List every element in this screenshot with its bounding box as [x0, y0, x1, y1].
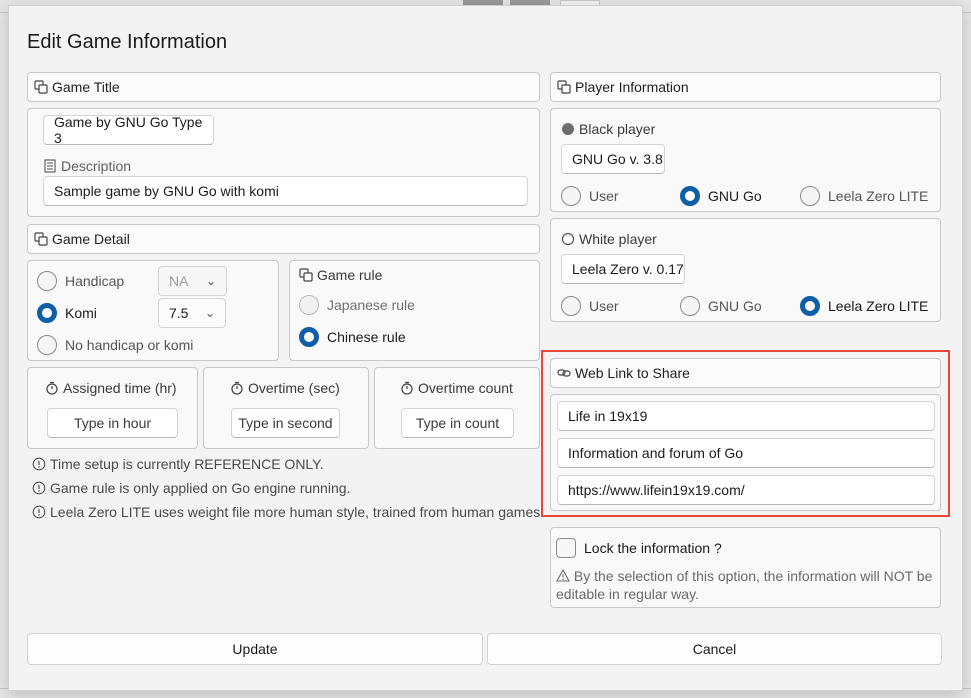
- assigned-time-input[interactable]: Type in hour: [47, 408, 178, 438]
- radio-circle: [800, 296, 820, 316]
- game-detail-header: Game Detail: [27, 224, 540, 254]
- white-player-label: White player: [579, 231, 657, 247]
- komi-radio[interactable]: Komi: [37, 303, 97, 323]
- note-game-rule: Game rule is only applied on Go engine r…: [32, 480, 350, 496]
- white-stone-icon: [561, 232, 575, 246]
- no-handicap-label: No handicap or komi: [65, 337, 194, 353]
- japanese-rule-label: Japanese rule: [327, 297, 415, 313]
- white-player-label-row: White player: [561, 230, 657, 248]
- black-player-name-input[interactable]: GNU Go v. 3.8: [561, 144, 665, 174]
- tag-icon: [299, 268, 313, 282]
- timer-icon: [230, 381, 244, 395]
- white-leela-radio[interactable]: Leela Zero LITE: [800, 296, 928, 316]
- radio-circle: [800, 186, 820, 206]
- lock-warning: By the selection of this option, the inf…: [556, 567, 938, 603]
- radio-circle: [561, 296, 581, 316]
- lock-label: Lock the information ?: [584, 540, 722, 556]
- info-icon: [32, 457, 46, 471]
- warning-icon: [556, 569, 570, 583]
- chevron-down-icon: ⌄: [204, 306, 215, 320]
- overtime-input[interactable]: Type in second: [231, 408, 340, 438]
- tag-icon: [557, 80, 571, 94]
- radio-circle: [299, 327, 319, 347]
- timer-icon: [400, 381, 414, 395]
- white-leela-label: Leela Zero LITE: [828, 298, 929, 314]
- description-label-row: Description: [43, 157, 131, 175]
- radio-circle: [680, 296, 700, 316]
- game-title-input[interactable]: Game by GNU Go Type 3: [43, 114, 214, 146]
- black-stone-icon: [561, 122, 575, 136]
- handicap-radio[interactable]: Handicap: [37, 271, 124, 291]
- overtime-count-label-row: Overtime count: [400, 379, 513, 397]
- white-gnugo-radio[interactable]: GNU Go: [680, 296, 762, 316]
- overtime-count-label: Overtime count: [418, 380, 513, 396]
- radio-circle: [299, 295, 319, 315]
- white-player-name-input[interactable]: Leela Zero v. 0.17: [561, 254, 685, 284]
- description-input[interactable]: Sample game by GNU Go with komi: [43, 176, 528, 206]
- chinese-rule-radio[interactable]: Chinese rule: [299, 327, 406, 347]
- komi-select-value: 7.5: [169, 305, 189, 321]
- lock-warning-text: By the selection of this option, the inf…: [556, 568, 933, 602]
- overtime-label-row: Overtime (sec): [230, 379, 340, 397]
- radio-circle: [37, 335, 57, 355]
- black-user-label: User: [589, 188, 619, 204]
- white-gnugo-label: GNU Go: [708, 298, 762, 314]
- overtime-count-input[interactable]: Type in count: [401, 408, 514, 438]
- black-player-label: Black player: [579, 121, 656, 137]
- game-detail-header-label: Game Detail: [52, 231, 130, 247]
- note-text: Game rule is only applied on Go engine r…: [50, 480, 351, 496]
- lock-checkbox[interactable]: [556, 538, 576, 558]
- radio-circle: [680, 186, 700, 206]
- black-user-radio[interactable]: User: [561, 186, 619, 206]
- note-text: Leela Zero LITE uses weight file more hu…: [50, 504, 545, 520]
- note-leela-zero: Leela Zero LITE uses weight file more hu…: [32, 504, 544, 520]
- radio-circle: [37, 303, 57, 323]
- info-icon: [32, 481, 46, 495]
- black-leela-label: Leela Zero LITE: [828, 188, 929, 204]
- komi-label: Komi: [65, 305, 97, 321]
- overtime-label: Overtime (sec): [248, 380, 340, 396]
- no-handicap-radio[interactable]: No handicap or komi: [37, 335, 193, 355]
- game-title-header-label: Game Title: [52, 79, 120, 95]
- player-info-header: Player Information: [550, 72, 941, 102]
- chinese-rule-label: Chinese rule: [327, 329, 406, 345]
- assigned-time-label-row: Assigned time (hr): [45, 379, 177, 397]
- note-time-setup: Time setup is currently REFERENCE ONLY.: [32, 456, 324, 472]
- radio-circle: [561, 186, 581, 206]
- black-gnugo-radio[interactable]: GNU Go: [680, 186, 762, 206]
- timer-icon: [45, 381, 59, 395]
- cancel-button[interactable]: Cancel: [487, 633, 942, 665]
- handicap-label: Handicap: [65, 273, 125, 289]
- tag-icon: [34, 232, 48, 246]
- game-rule-label: Game rule: [317, 267, 383, 283]
- player-info-header-label: Player Information: [575, 79, 689, 95]
- assigned-time-label: Assigned time (hr): [63, 380, 177, 396]
- japanese-rule-radio[interactable]: Japanese rule: [299, 295, 415, 315]
- game-title-header: Game Title: [27, 72, 540, 102]
- chevron-down-icon: ⌄: [205, 274, 216, 288]
- handicap-select-value: NA: [169, 273, 189, 289]
- handicap-select[interactable]: NA ⌄: [158, 266, 227, 296]
- document-icon: [43, 159, 57, 173]
- white-user-radio[interactable]: User: [561, 296, 619, 316]
- tag-icon: [34, 80, 48, 94]
- dialog-title: Edit Game Information: [27, 31, 228, 53]
- info-icon: [32, 505, 46, 519]
- lock-checkbox-row[interactable]: Lock the information ?: [556, 538, 722, 558]
- game-rule-label-row: Game rule: [299, 266, 382, 284]
- description-label: Description: [61, 158, 132, 174]
- update-button[interactable]: Update: [27, 633, 483, 665]
- white-user-label: User: [589, 298, 619, 314]
- black-leela-radio[interactable]: Leela Zero LITE: [800, 186, 928, 206]
- radio-circle: [37, 271, 57, 291]
- note-text: Time setup is currently REFERENCE ONLY.: [50, 456, 324, 472]
- black-player-label-row: Black player: [561, 120, 655, 138]
- black-gnugo-label: GNU Go: [708, 188, 762, 204]
- komi-select[interactable]: 7.5 ⌄: [158, 298, 226, 328]
- highlight-box: [541, 350, 950, 517]
